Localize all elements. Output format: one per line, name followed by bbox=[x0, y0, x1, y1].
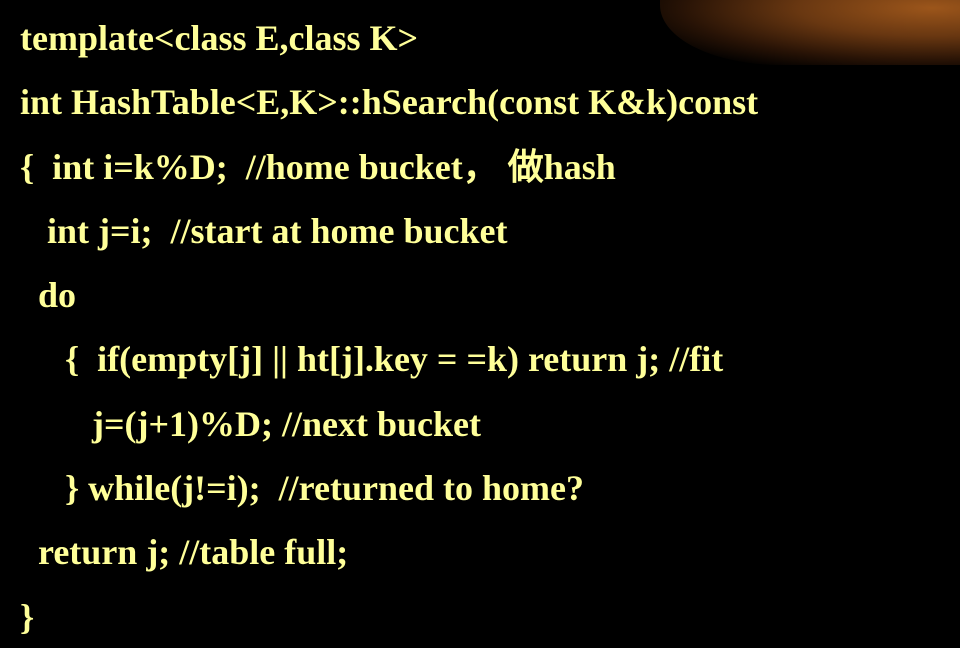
code-line-closing-brace: } bbox=[20, 596, 35, 637]
code-line-next-bucket: j=(j+1)%D; //next bucket bbox=[20, 403, 481, 444]
code-line-template-declaration: template<class E,class K> bbox=[20, 18, 418, 58]
code-line-function-signature: int HashTable<E,K>::hSearch(const K&k)co… bbox=[20, 82, 759, 123]
code-line-return: return j; //table full; bbox=[20, 532, 349, 573]
code-line-start-index: int j=i; //start at home bucket bbox=[20, 210, 508, 251]
code-line-if-check: { if(empty[j] || ht[j].key = =k) return … bbox=[20, 339, 724, 380]
slide: template<class E,class K> int HashTable<… bbox=[0, 0, 960, 648]
code-line-home-bucket: { int i=k%D; //home bucket， 做hash bbox=[20, 146, 616, 187]
code-block: template<class E,class K> int HashTable<… bbox=[20, 6, 950, 648]
code-line-do: do bbox=[20, 275, 77, 316]
code-line-while: } while(j!=i); //returned to home? bbox=[20, 468, 584, 509]
